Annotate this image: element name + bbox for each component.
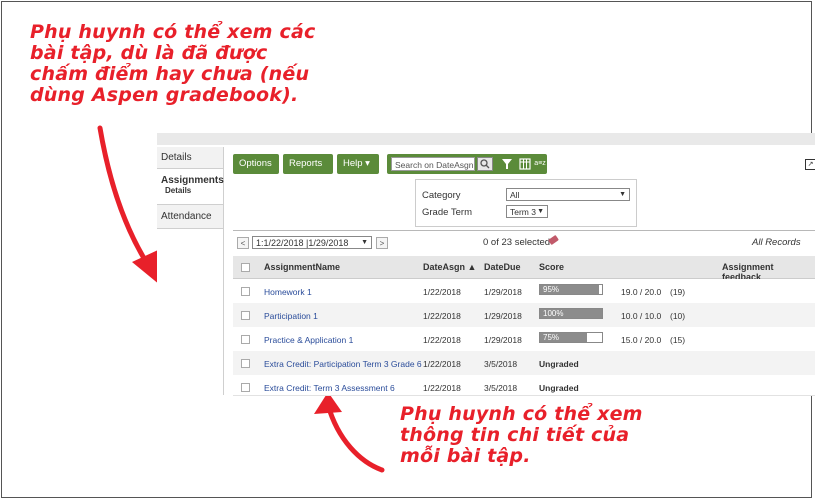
side-tabs: Details Assignments Details Attendance [157,147,224,395]
tab-assignments[interactable]: Assignments Details [157,169,224,205]
assignment-link[interactable]: Practice & Application 1 [264,335,353,345]
filter-icon[interactable] [501,158,513,170]
table-row[interactable]: Practice & Application 1 1/22/2018 1/29/… [233,327,815,352]
category-value: All [510,190,520,200]
grade-term-select[interactable]: Term 3 ▼ [506,205,548,218]
divider [233,230,815,231]
chevron-down-icon: ▼ [619,191,626,198]
tab-details[interactable]: Details [157,147,223,169]
select-all-checkbox[interactable] [241,263,250,272]
row-checkbox[interactable] [241,335,250,344]
search-icon[interactable] [477,157,493,171]
reports-button[interactable]: Reports ▾ [283,154,333,189]
assignment-link[interactable]: Participation 1 [264,311,318,321]
category-select[interactable]: All ▼ [506,188,630,201]
category-label: Category [422,190,461,201]
chevron-down-icon: ▼ [361,239,368,246]
grade-term-label: Grade Term [422,207,472,218]
date-due: 1/29/2018 [484,287,522,297]
assignment-link[interactable]: Extra Credit: Participation Term 3 Grade… [264,359,422,369]
options-button[interactable]: Options ▾ [233,154,279,189]
score-bar: 95% [539,284,603,295]
chevron-down-icon: ▼ [537,208,544,215]
table-row[interactable]: Extra Credit: Participation Term 3 Grade… [233,351,815,376]
columns-icon[interactable] [519,158,531,170]
score-points: (19) [670,287,686,297]
date-due: 1/29/2018 [484,335,522,345]
row-checkbox[interactable] [241,359,250,368]
tab-attendance-label: Attendance [161,211,212,222]
search-toolbar: Search on DateAsgn a≡z [387,154,547,174]
score-status: Ungraded [539,383,579,393]
table-header: AssignmentName DateAsgn ▲ DateDue Score … [233,256,815,282]
date-due: 1/29/2018 [484,311,522,321]
search-input[interactable]: Search on DateAsgn [391,157,475,171]
date-due: 3/5/2018 [484,383,518,393]
score-value: 19.0 / 20.0 [621,287,662,297]
score-value: 15.0 / 20.0 [621,335,662,345]
col-score[interactable]: Score [539,262,564,272]
export-icon[interactable]: ↗ [805,159,815,170]
selected-count: 0 of 23 selected [483,237,551,248]
score-value: 10.0 / 10.0 [621,311,662,321]
row-checkbox[interactable] [241,311,250,320]
table-row[interactable]: Extra Credit: Term 3 Assessment 6 1/22/2… [233,375,815,396]
tab-assignments-sub: Details [165,186,192,195]
score-percent: 75% [543,333,560,342]
next-page-button[interactable]: > [376,237,388,249]
date-range-value: 1:1/22/2018 |1/29/2018 [256,238,349,248]
tab-details-label: Details [161,152,192,163]
filter-panel: Category All ▼ Grade Term Term 3 ▼ [415,179,637,227]
sort-icon[interactable]: a≡z [533,158,547,170]
score-points: (10) [670,311,686,321]
grade-term-value: Term 3 [510,207,536,217]
col-assignment-name[interactable]: AssignmentName [264,262,340,272]
date-asgn: 1/22/2018 [423,311,461,321]
tab-attendance[interactable]: Attendance [157,205,223,229]
date-due: 3/5/2018 [484,359,518,369]
score-points: (15) [670,335,686,345]
annotation-bottom: Phụ huynh có thể xem thông tin chi tiết … [400,403,643,467]
table-row[interactable]: Participation 1 1/22/2018 1/29/2018 100%… [233,303,815,328]
date-asgn: 1/22/2018 [423,287,461,297]
score-bar: 75% [539,332,603,343]
date-range-select[interactable]: 1:1/22/2018 |1/29/2018 ▼ [252,236,372,249]
all-records-link[interactable]: All Records [752,237,801,248]
row-checkbox[interactable] [241,383,250,392]
prev-page-button[interactable]: < [237,237,249,249]
date-asgn: 1/22/2018 [423,359,461,369]
aspen-portal: Details Assignments Details Attendance O… [157,133,815,396]
assignment-link[interactable]: Extra Credit: Term 3 Assessment 6 [264,383,395,393]
date-asgn: 1/22/2018 [423,335,461,345]
help-button[interactable]: Help ▾ [337,154,379,174]
score-percent: 100% [543,309,564,318]
score-bar: 100% [539,308,603,319]
score-status: Ungraded [539,359,579,369]
row-checkbox[interactable] [241,287,250,296]
col-date-due[interactable]: DateDue [484,262,521,272]
score-percent: 95% [543,285,560,294]
top-bar [157,133,815,145]
assignment-link[interactable]: Homework 1 [264,287,312,297]
col-date-asgn[interactable]: DateAsgn ▲ [423,262,476,272]
table-row[interactable]: Homework 1 1/22/2018 1/29/2018 95% 19.0 … [233,279,815,304]
date-asgn: 1/22/2018 [423,383,461,393]
tab-assignments-label: Assignments [161,175,224,186]
